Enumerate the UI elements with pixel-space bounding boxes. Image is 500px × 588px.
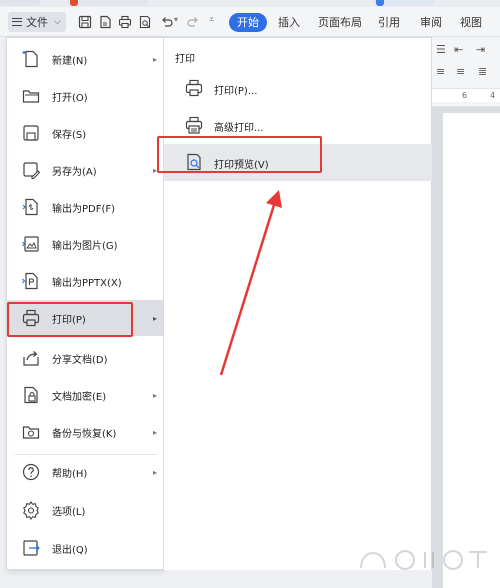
- arrow-head: [266, 190, 282, 208]
- watermark-logo: [360, 550, 487, 570]
- annotation-arrow: [219, 190, 282, 376]
- arrow-shaft: [219, 204, 276, 376]
